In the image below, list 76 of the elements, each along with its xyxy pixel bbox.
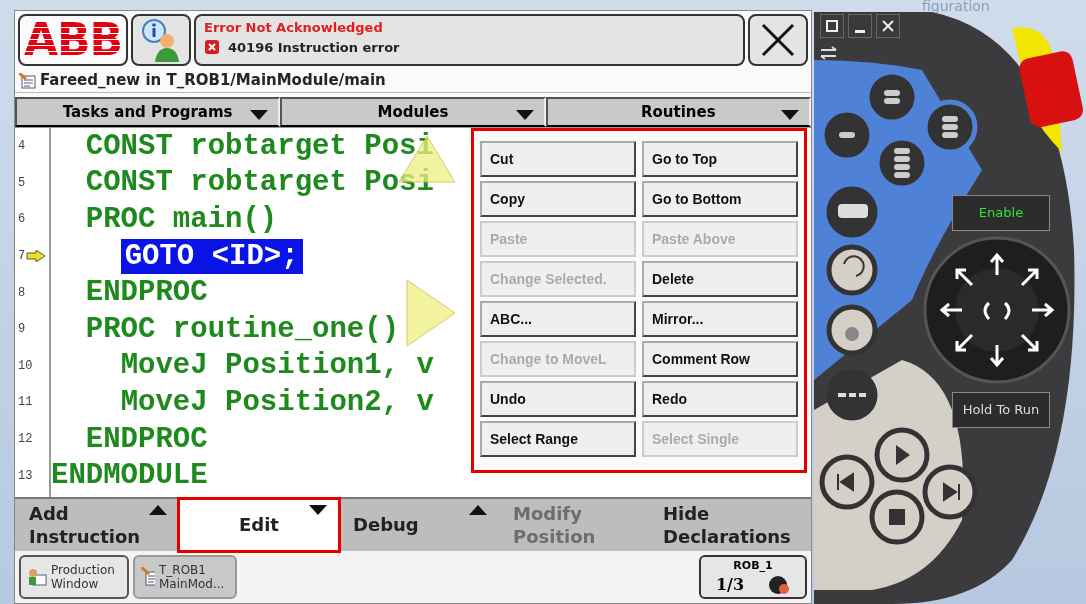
close-button[interactable] — [748, 14, 808, 66]
taskbar-button[interactable]: T_ROB1 MainMod... — [133, 555, 237, 599]
line-number: 13 — [18, 468, 33, 483]
caret-icon — [250, 110, 269, 120]
caret-icon — [781, 110, 799, 120]
caret-icon — [515, 110, 534, 120]
code-line[interactable]: MoveJ Position1, v — [120, 351, 434, 381]
menu-button[interactable]: Go to Bottom — [642, 181, 798, 217]
toolbar-button[interactable]: Add Instruction — [15, 499, 179, 551]
code-line[interactable]: CONST robtarget Posi — [85, 168, 434, 198]
code-line[interactable]: ENDMODULE — [51, 461, 208, 491]
close-icon — [881, 19, 895, 33]
toolbar-button[interactable]: Debug — [339, 499, 499, 551]
hold-to-run-button[interactable]: Hold To Run — [952, 392, 1050, 428]
event-message: 40196 Instruction error — [228, 38, 400, 57]
program-path: Fareed_new in T_ROB1/MainModule/main — [40, 70, 386, 92]
menu-button[interactable]: Undo — [480, 381, 636, 417]
minimize-icon — [855, 29, 865, 33]
restore-icon — [825, 19, 839, 33]
swap-icon — [820, 46, 838, 60]
taskbar-button[interactable]: Production Window — [19, 555, 129, 599]
close-icon — [760, 22, 796, 58]
toolbar-button[interactable]: Edit — [179, 499, 339, 551]
minimize-button[interactable] — [848, 14, 872, 38]
caret-icon — [469, 505, 487, 515]
motion-mode-key[interactable] — [826, 244, 878, 296]
code-line[interactable]: CONST robtarget Posi — [85, 131, 434, 161]
code-line[interactable]: MoveJ Position2, v — [120, 387, 434, 417]
menu-button[interactable]: Cut — [480, 141, 636, 177]
code-line[interactable]: ENDPROC — [85, 424, 208, 454]
line-number: 5 — [18, 175, 26, 190]
menu-button[interactable]: Go to Top — [642, 141, 798, 177]
line-number: 10 — [18, 358, 33, 373]
program-icon — [141, 567, 155, 587]
line-number: 12 — [18, 432, 33, 447]
play-button[interactable] — [874, 427, 930, 483]
line-number: 7 — [18, 249, 26, 264]
arrow-icon — [26, 250, 47, 263]
toolbar-button[interactable]: Hide Declarations — [649, 499, 811, 551]
menu-button[interactable]: Redo — [642, 381, 798, 417]
tool-key[interactable] — [826, 186, 878, 238]
line-number: 8 — [18, 285, 26, 300]
menu-button[interactable]: ABC... — [480, 301, 636, 337]
dropdown-button[interactable]: Routines — [545, 97, 811, 127]
menu-button[interactable]: Comment Row — [642, 341, 798, 377]
code-line[interactable]: ENDPROC — [85, 278, 208, 308]
stop-button[interactable] — [869, 489, 925, 545]
event-title: Error Not Acknowledged — [204, 19, 383, 37]
line-number: 4 — [18, 139, 26, 154]
program-icon — [19, 72, 37, 89]
caret-icon — [309, 505, 327, 515]
menu-button[interactable]: Copy — [480, 181, 636, 217]
increment-label: 1/3 — [715, 576, 745, 593]
dropdown-button[interactable]: Tasks and Programs — [15, 97, 281, 127]
restore-button[interactable] — [820, 14, 844, 38]
code-line[interactable]: PROC main() — [85, 205, 278, 234]
step-backward-button[interactable] — [819, 454, 875, 510]
menu-button[interactable]: Delete — [642, 261, 798, 297]
code-line[interactable]: PROC routine_one() — [85, 314, 400, 344]
error-icon — [204, 39, 220, 56]
person-window-icon — [27, 567, 47, 587]
mechanical-unit-button[interactable]: ROB_1 1/3 — [699, 555, 807, 599]
window-title-fragment: figuration — [922, 0, 990, 16]
dropdown-button[interactable]: Modules — [280, 97, 546, 127]
event-message-bar[interactable]: Error Not Acknowledged 40196 Instruction error — [194, 14, 745, 66]
menu-button[interactable]: Mirror... — [642, 301, 798, 337]
triangle-marker — [405, 278, 457, 348]
line-number: 9 — [18, 322, 26, 337]
user-info-button[interactable] — [131, 14, 191, 66]
line-number: 11 — [18, 395, 33, 410]
close-button[interactable] — [876, 14, 900, 38]
line-number: 6 — [18, 212, 26, 227]
robot-status-icon — [768, 574, 791, 595]
caret-icon — [149, 505, 167, 515]
enable-button[interactable]: Enable — [952, 195, 1050, 231]
menu-button[interactable]: Select Range — [480, 421, 636, 457]
